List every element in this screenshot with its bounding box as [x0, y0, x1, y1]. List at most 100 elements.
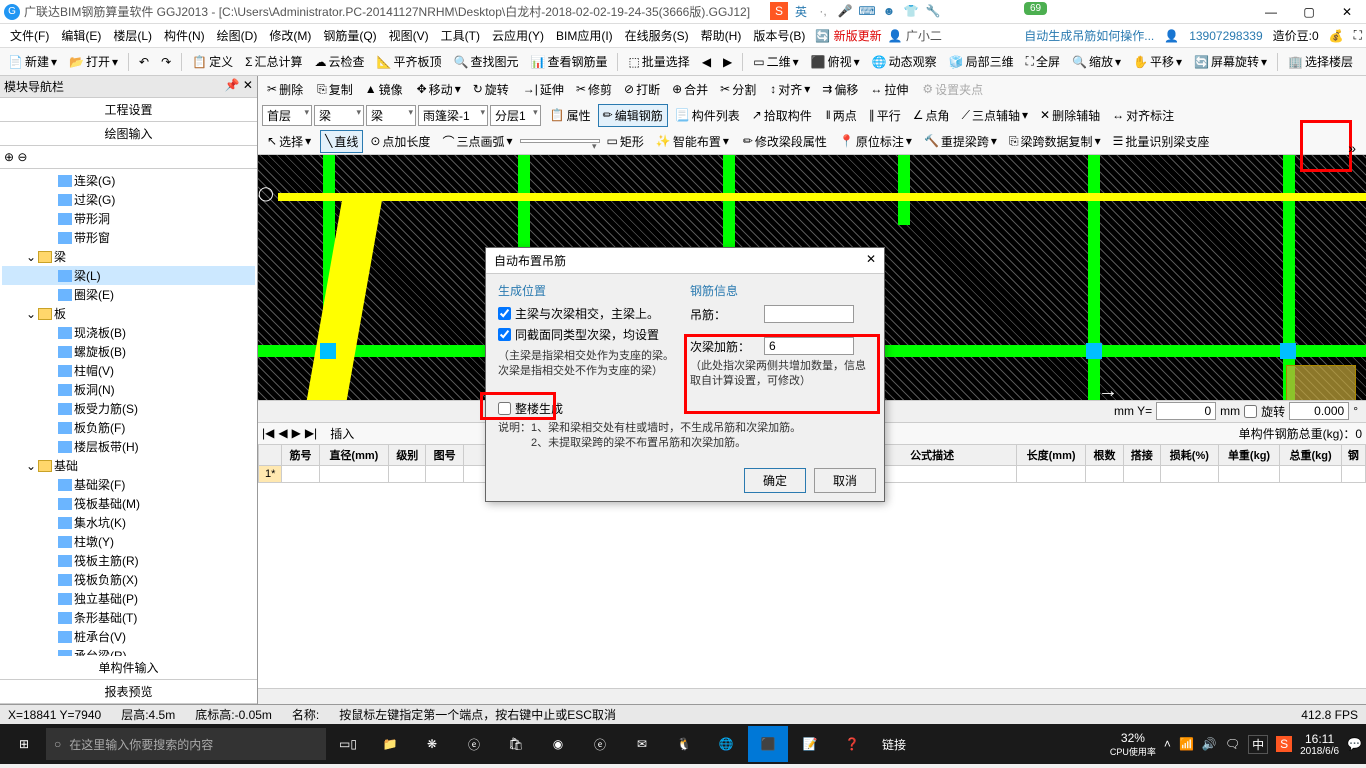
phone-number[interactable]: 13907298339 — [1189, 29, 1262, 43]
menu-help[interactable]: 帮助(H) — [695, 27, 748, 44]
tab-draw-input[interactable]: 绘图输入 — [0, 122, 257, 146]
member-select[interactable]: 雨篷梁-1 — [418, 105, 488, 126]
rect-tool[interactable]: ▭ 矩形 — [602, 130, 649, 153]
tree-node-圈梁(E)[interactable]: 圈梁(E) — [2, 285, 255, 304]
tray-network-icon[interactable]: 📶 — [1179, 737, 1194, 751]
tree-node-独立基础(P)[interactable]: 独立基础(P) — [2, 589, 255, 608]
mirror-button[interactable]: ▲ 镜像 — [360, 78, 408, 101]
dialog-close-button[interactable]: ✕ — [866, 252, 876, 269]
clock-time[interactable]: 16:11 — [1300, 732, 1339, 746]
layer-select[interactable]: 分层1 — [490, 105, 541, 126]
chk-whole-building[interactable] — [498, 402, 511, 415]
store-icon[interactable]: 🛍 — [496, 726, 536, 762]
prev-icon[interactable]: ◀ — [698, 53, 715, 71]
align-top-button[interactable]: 📐 平齐板顶 — [373, 51, 446, 72]
maximize-button[interactable]: ▢ — [1294, 5, 1324, 19]
select-tool[interactable]: ↖ 选择 ▾ — [262, 130, 316, 153]
tree-node-承台梁(R)[interactable]: 承台梁(R) — [2, 646, 255, 656]
col-搭接[interactable]: 搭接 — [1123, 444, 1160, 465]
point-length-tool[interactable]: ⊙ 点加长度 — [365, 130, 435, 153]
coord-y-input[interactable] — [1156, 402, 1216, 420]
col-筋号[interactable]: 筋号 — [282, 444, 319, 465]
tree-node-筏板主筋(R)[interactable]: 筏板主筋(R) — [2, 551, 255, 570]
two-point-button[interactable]: ‖ 两点 — [821, 104, 862, 127]
top-view-button[interactable]: ⬛ 俯视 ▾ — [807, 51, 864, 72]
menu-floor[interactable]: 楼层(L) — [107, 27, 158, 44]
pan-button[interactable]: ✋ 平移 ▾ — [1129, 51, 1186, 72]
arc-options[interactable] — [520, 139, 600, 143]
tab-project-settings[interactable]: 工程设置 — [0, 98, 257, 122]
tree-node-梁[interactable]: ⌄ 梁 — [2, 247, 255, 266]
cloud-check-button[interactable]: ☁ 云检查 — [311, 51, 369, 72]
copy-button[interactable]: ⎘ 复制 — [312, 78, 358, 101]
overflow-menu-icon[interactable]: » — [1348, 140, 1356, 156]
sogou-icon[interactable]: S — [770, 2, 788, 20]
align-dim-button[interactable]: ↔ 对齐标注 — [1107, 104, 1179, 127]
pin-icon[interactable]: 📌 ✕ — [225, 78, 253, 95]
tree-node-条形基础(T)[interactable]: 条形基础(T) — [2, 608, 255, 627]
tree-node-楼层板带(H)[interactable]: 楼层板带(H) — [2, 437, 255, 456]
col-图号[interactable]: 图号 — [426, 444, 463, 465]
smart-layout-button[interactable]: ✨ 智能布置 ▾ — [651, 130, 734, 153]
ie-icon[interactable]: ⓔ — [580, 726, 620, 762]
offset-button[interactable]: ⇉ 偏移 — [817, 78, 863, 101]
sum-button[interactable]: Σ 汇总计算 — [241, 51, 306, 72]
rotate-input[interactable] — [1289, 402, 1349, 420]
ok-button[interactable]: 确定 — [744, 468, 806, 493]
help-taskbar-icon[interactable]: ❓ — [832, 726, 872, 762]
tray-volume-icon[interactable]: 🔊 — [1202, 737, 1217, 751]
task-view-icon[interactable]: ▭▯ — [328, 726, 368, 762]
modify-segment-button[interactable]: ✏ 修改梁段属性 — [738, 130, 832, 153]
tree-node-连梁(G)[interactable]: 连梁(G) — [2, 171, 255, 190]
notepad-icon[interactable]: 📝 — [790, 726, 830, 762]
tree-node-带形洞[interactable]: 带形洞 — [2, 209, 255, 228]
view-rebar-button[interactable]: 📊 查看钢筋量 — [526, 51, 611, 72]
tree-node-筏板负筋(X)[interactable]: 筏板负筋(X) — [2, 570, 255, 589]
hanger-input[interactable] — [764, 305, 854, 323]
col-损耗(%)[interactable]: 损耗(%) — [1160, 444, 1218, 465]
next-icon[interactable]: ▶ — [719, 53, 736, 71]
tree-node-带形窗[interactable]: 带形窗 — [2, 228, 255, 247]
mic-icon[interactable]: 🎤 — [836, 2, 854, 20]
three-point-axis-button[interactable]: ⟋ 三点辅轴 ▾ — [957, 104, 1033, 127]
redo-button[interactable]: ↷ — [157, 53, 175, 71]
start-button[interactable]: ⊞ — [4, 726, 44, 762]
nav-tree[interactable]: 连梁(G) 过梁(G) 带形洞 带形窗⌄ 梁 梁(L) 圈梁(E)⌄ 板 现浇板… — [0, 169, 257, 656]
help-link[interactable]: 自动生成吊筋如何操作... — [1024, 27, 1154, 44]
tray-battery-icon[interactable]: 🗨 — [1225, 737, 1240, 751]
cancel-button[interactable]: 取消 — [814, 468, 876, 493]
origin-dim-button[interactable]: 📍 原位标注 ▾ — [834, 130, 917, 153]
tree-node-筏板基础(M)[interactable]: 筏板基础(M) — [2, 494, 255, 513]
notification-icon[interactable]: 💬 — [1347, 737, 1362, 751]
floor-select[interactable]: 首层 — [262, 105, 312, 126]
tab-report-preview[interactable]: 报表预览 — [0, 680, 257, 704]
extend-button[interactable]: →| 延伸 — [518, 78, 569, 101]
tree-node-集水坑(K)[interactable]: 集水坑(K) — [2, 513, 255, 532]
zoom-button[interactable]: 🔍 缩放 ▾ — [1068, 51, 1125, 72]
keyboard-icon[interactable]: ⌨ — [858, 2, 876, 20]
trim-button[interactable]: ✂ 修剪 — [571, 78, 617, 101]
col-[interactable] — [259, 444, 282, 465]
tree-node-板负筋(F)[interactable]: 板负筋(F) — [2, 418, 255, 437]
stretch-button[interactable]: ↔ 拉伸 — [865, 78, 913, 101]
delete-axis-button[interactable]: ✕ 删除辅轴 — [1035, 104, 1105, 127]
rotate-checkbox[interactable] — [1244, 405, 1257, 418]
tab-single-input[interactable]: 单构件输入 — [0, 656, 257, 680]
split-button[interactable]: ✂ 分割 — [715, 78, 761, 101]
menu-version[interactable]: 版本号(B) — [747, 27, 811, 44]
rotate-screen-button[interactable]: 🔄 屏幕旋转 ▾ — [1190, 51, 1271, 72]
menu-draw[interactable]: 绘图(D) — [211, 27, 264, 44]
open-button[interactable]: 📂 打开 ▾ — [65, 51, 122, 72]
ime-lang-icon[interactable]: 英 — [792, 2, 810, 20]
rotate-button[interactable]: ↻ 旋转 — [468, 78, 514, 101]
tree-node-螺旋板(B)[interactable]: 螺旋板(B) — [2, 342, 255, 361]
menu-tools[interactable]: 工具(T) — [435, 27, 486, 44]
tree-node-过梁(G)[interactable]: 过梁(G) — [2, 190, 255, 209]
menu-view[interactable]: 视图(V) — [383, 27, 435, 44]
pick-member-button[interactable]: ↗ 拾取构件 — [747, 104, 817, 127]
member-list-button[interactable]: 📃 构件列表 — [670, 104, 745, 127]
tree-node-板[interactable]: ⌄ 板 — [2, 304, 255, 323]
fullscreen-icon[interactable]: ⛶ — [1354, 28, 1362, 43]
menu-cloud[interactable]: 云应用(Y) — [486, 27, 550, 44]
arc-tool[interactable]: ⌒ 三点画弧 ▾ — [437, 130, 517, 153]
